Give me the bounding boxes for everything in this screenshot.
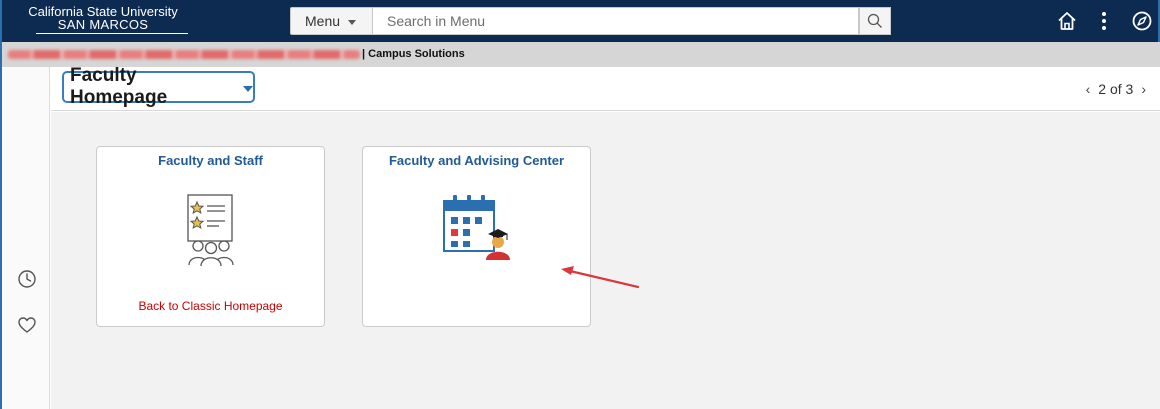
status-bar: | Campus Solutions — [0, 42, 1160, 67]
search-button[interactable] — [859, 7, 891, 35]
chevron-down-icon — [243, 85, 253, 92]
tile-title: Faculty and Staff — [158, 153, 263, 168]
back-to-classic-homepage-link[interactable]: Back to Classic Homepage — [97, 299, 324, 313]
tile-faculty-and-staff[interactable]: Faculty and Staff Back to Classic Homepa… — [96, 146, 325, 327]
homepage-pager: ‹ 2 of 3 › — [1086, 81, 1146, 97]
search-input[interactable] — [373, 7, 859, 35]
page-indicator: 2 of 3 — [1098, 81, 1134, 97]
next-page-icon[interactable]: › — [1141, 81, 1146, 97]
logo-underline — [36, 33, 188, 34]
menu-label: Menu — [305, 13, 341, 29]
tile-faculty-and-advising-center[interactable]: Faculty and Advising Center — [362, 146, 591, 327]
homepage-label: Faculty Homepage — [70, 65, 168, 108]
homepage-title-bar: Faculty Homepage ‹ 2 of 3 › — [51, 65, 1160, 111]
compass-icon[interactable] — [1130, 9, 1154, 33]
recent-history-icon[interactable] — [16, 268, 38, 290]
menu-dropdown-button[interactable]: Menu — [290, 7, 373, 35]
favorites-heart-icon[interactable] — [16, 314, 38, 336]
homepage-selector[interactable]: Faculty Homepage — [62, 65, 255, 108]
chevron-down-icon — [348, 19, 357, 25]
redacted-user-info — [8, 50, 360, 59]
csusm-logo[interactable]: California State University SAN MARCOS — [8, 5, 198, 34]
top-header: California State University SAN MARCOS M… — [0, 0, 1160, 42]
campus-solutions-label: | Campus Solutions — [362, 48, 465, 60]
logo-line-2: SAN MARCOS — [57, 17, 149, 32]
more-vertical-icon[interactable] — [1092, 9, 1116, 33]
annotation-arrow — [561, 266, 640, 289]
home-icon[interactable] — [1055, 9, 1079, 33]
tile-grid-area: Faculty and Staff Back to Classic Homepa… — [51, 112, 1160, 409]
faculty-staff-list-icon — [187, 194, 234, 267]
previous-page-icon[interactable]: ‹ — [1086, 81, 1091, 97]
calendar-graduate-icon — [443, 195, 510, 260]
left-side-rail — [0, 67, 50, 409]
tile-title: Faculty and Advising Center — [388, 153, 565, 168]
search-icon — [867, 13, 882, 28]
